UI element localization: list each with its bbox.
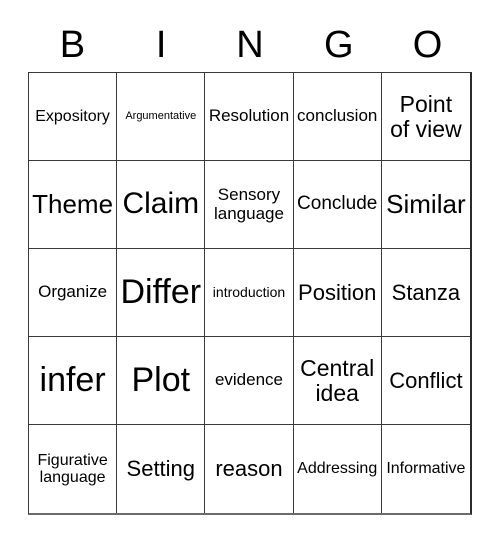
bingo-cell[interactable]: infer xyxy=(29,337,118,425)
bingo-cell-label: conclusion xyxy=(297,106,378,126)
bingo-cell-label: Theme xyxy=(32,189,114,220)
bingo-cell[interactable]: Organize xyxy=(29,249,118,337)
bingo-cell[interactable]: Similar xyxy=(381,161,470,249)
bingo-cell-label: reason xyxy=(215,456,283,482)
bingo-cell-label: Conclude xyxy=(297,193,378,215)
bingo-cell-label: Stanza xyxy=(391,279,461,305)
bingo-cell[interactable]: Sensory language xyxy=(205,161,294,249)
bingo-cell[interactable]: Setting xyxy=(117,425,206,513)
bingo-cell[interactable]: Conflict xyxy=(381,337,470,425)
bingo-cell[interactable]: reason xyxy=(205,425,294,513)
bingo-card: B I N G O Expository Argumentative Resolut… xyxy=(28,0,472,544)
bingo-cell[interactable]: Resolution xyxy=(205,73,294,161)
bingo-header-row: B I N G O xyxy=(28,0,472,72)
bingo-cell-label: Informative xyxy=(386,460,466,478)
bingo-cell[interactable]: Theme xyxy=(29,161,118,249)
bingo-header-letter-g: G xyxy=(324,24,354,66)
bingo-cell-label: Differ xyxy=(120,273,202,312)
bingo-cell-label: evidence xyxy=(214,370,284,390)
bingo-cell-label: Figurative language xyxy=(37,451,108,486)
bingo-cell[interactable]: Expository xyxy=(29,73,118,161)
bingo-cell[interactable]: evidence xyxy=(205,337,294,425)
bingo-cell-label: Expository xyxy=(35,107,110,125)
bingo-cell-label: Position xyxy=(298,279,377,305)
bingo-cell[interactable]: Addressing xyxy=(293,425,382,513)
bingo-cell[interactable]: Point of view xyxy=(381,73,470,161)
bingo-cell-label: Point of view xyxy=(390,90,462,142)
bingo-cell-label: Claim xyxy=(122,187,200,221)
bingo-header-letter-b: B xyxy=(59,24,86,66)
bingo-cell-label: Argumentative xyxy=(125,109,197,122)
bingo-cell[interactable]: conclusion xyxy=(293,73,382,161)
bingo-cell[interactable]: Claim xyxy=(117,161,206,249)
bingo-cell[interactable]: Figurative language xyxy=(29,425,118,513)
bingo-cell-label: Central idea xyxy=(300,354,375,406)
bingo-cell[interactable]: Differ xyxy=(117,249,206,337)
bingo-cell-label: infer xyxy=(39,361,106,400)
bingo-header-letter-o: O xyxy=(412,24,443,66)
bingo-cell[interactable]: Position xyxy=(293,249,382,337)
bingo-cell[interactable]: Plot xyxy=(117,337,206,425)
bingo-cell-label: Organize xyxy=(38,282,108,302)
bingo-cell[interactable]: Central idea xyxy=(293,337,382,425)
bingo-cell[interactable]: Stanza xyxy=(381,249,470,337)
bingo-cell-label: introduction xyxy=(212,283,286,300)
bingo-header-letter-i: I xyxy=(155,24,167,66)
bingo-cell-label: Plot xyxy=(131,361,191,400)
bingo-cell-label: Conflict xyxy=(389,367,463,393)
bingo-cell-label: Similar xyxy=(386,189,466,220)
bingo-cell-label: Resolution xyxy=(208,106,290,126)
bingo-cell-label: Sensory language xyxy=(214,185,284,223)
bingo-cell-label: Setting xyxy=(126,456,196,482)
bingo-cell-label: Addressing xyxy=(297,460,378,478)
bingo-cell[interactable]: Informative xyxy=(381,425,470,513)
bingo-cell[interactable]: Argumentative xyxy=(117,73,206,161)
bingo-cell[interactable]: introduction xyxy=(205,249,294,337)
bingo-grid: Expository Argumentative Resolution conclus… xyxy=(28,72,472,515)
bingo-header-letter-n: N xyxy=(236,24,264,66)
bingo-cell[interactable]: Conclude xyxy=(293,161,382,249)
